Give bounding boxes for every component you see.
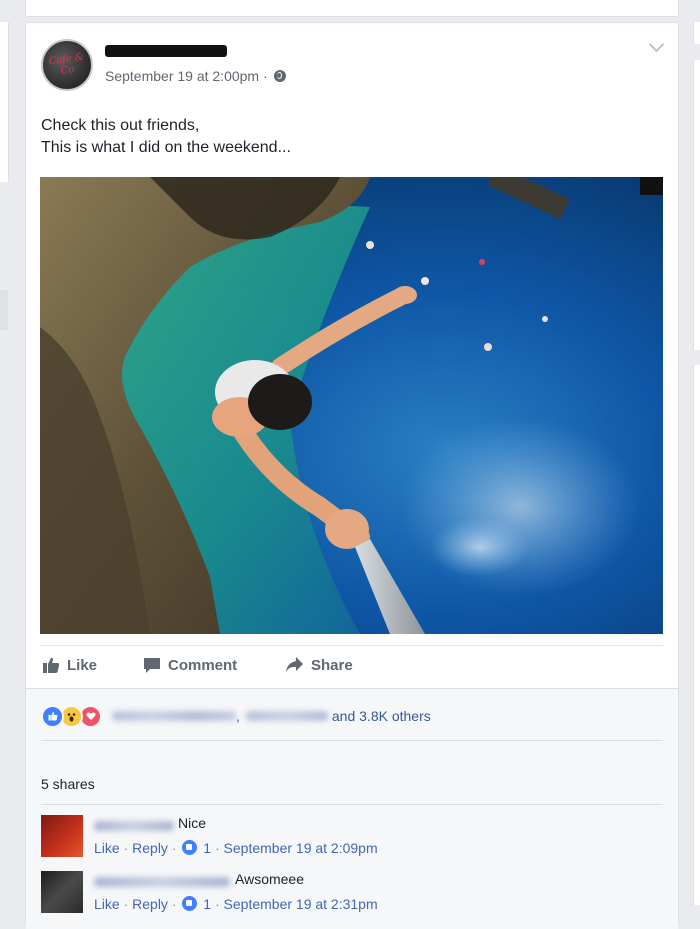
reactor-names-blurred[interactable] bbox=[245, 711, 328, 721]
comment-reply-link[interactable]: Reply bbox=[132, 840, 168, 856]
comment-timestamp[interactable]: September 19 at 2:09pm bbox=[224, 840, 378, 856]
comment-meta: Like · Reply · 1 · September 19 at 2:31p… bbox=[94, 896, 378, 912]
timestamp-separator: · bbox=[263, 68, 268, 84]
comment-like-icon[interactable] bbox=[182, 840, 198, 855]
post-photo[interactable] bbox=[40, 177, 663, 634]
author-name-redacted[interactable] bbox=[105, 45, 227, 57]
globe-icon bbox=[273, 70, 286, 82]
commenter-name-blurred[interactable] bbox=[94, 821, 174, 831]
meta-separator: · bbox=[171, 840, 177, 856]
meta-separator: · bbox=[171, 896, 177, 912]
comment-label: Comment bbox=[168, 656, 238, 674]
cliff-jump-photo bbox=[40, 177, 663, 634]
comment-like-link[interactable]: Like bbox=[94, 896, 120, 912]
post-footer: , and 3.8K others 5 shares Nice Like · R… bbox=[26, 688, 678, 929]
like-button[interactable]: Like bbox=[42, 656, 97, 674]
thumbs-up-icon bbox=[43, 657, 60, 673]
comment-text: Nice bbox=[178, 815, 207, 831]
post-actions: Like Comment Share bbox=[40, 646, 663, 686]
left-column-edge bbox=[0, 22, 9, 182]
left-column-edge-gray bbox=[0, 290, 8, 330]
page-avatar[interactable]: Cafe & Co bbox=[41, 39, 93, 91]
meta-separator: · bbox=[214, 840, 220, 856]
like-label: Like bbox=[67, 656, 98, 674]
post-message-line: Check this out friends, bbox=[41, 117, 200, 134]
comment-like-count[interactable]: 1 bbox=[203, 896, 211, 912]
share-label: Share bbox=[311, 656, 353, 674]
post-card: Cafe & Co September 19 at 2:00pm · Check… bbox=[25, 22, 679, 929]
post-timestamp-text[interactable]: September 19 at 2:00pm bbox=[105, 68, 259, 84]
share-arrow-icon bbox=[286, 657, 303, 672]
footer-divider bbox=[41, 740, 663, 741]
comment-like-count[interactable]: 1 bbox=[203, 840, 211, 856]
comment-reply-link[interactable]: Reply bbox=[132, 896, 168, 912]
meta-separator: · bbox=[214, 896, 220, 912]
previous-post-card bbox=[25, 0, 679, 17]
reactor-names-blurred[interactable] bbox=[112, 711, 236, 721]
avatar-logo-text: Cafe & Co bbox=[47, 51, 85, 77]
commenter-avatar[interactable] bbox=[41, 871, 83, 913]
share-button[interactable]: Share bbox=[285, 656, 353, 674]
like-reaction-icon bbox=[41, 704, 64, 728]
reactions-count-text[interactable]: and 3.8K others bbox=[332, 708, 431, 724]
footer-divider bbox=[41, 804, 663, 805]
reactors-comma: , bbox=[236, 708, 240, 724]
comment-like-link[interactable]: Like bbox=[94, 840, 120, 856]
right-column-edge bbox=[693, 365, 700, 905]
commenter-name-blurred[interactable] bbox=[94, 877, 230, 887]
meta-separator: · bbox=[123, 840, 129, 856]
meta-separator: · bbox=[123, 896, 129, 912]
post-timestamp[interactable]: September 19 at 2:00pm · bbox=[105, 68, 286, 84]
post-message: Check this out friends, This is what I d… bbox=[41, 115, 291, 159]
reactions-summary[interactable]: , and 3.8K others bbox=[41, 704, 431, 728]
comment-bubble-icon bbox=[144, 658, 160, 673]
comment-text: Awsomeee bbox=[235, 871, 305, 887]
comment-button[interactable]: Comment bbox=[143, 656, 237, 674]
chevron-down-icon[interactable] bbox=[648, 36, 665, 53]
shares-count[interactable]: 5 shares bbox=[41, 776, 95, 792]
commenter-avatar[interactable] bbox=[41, 815, 83, 857]
right-column-edge bbox=[693, 22, 700, 44]
post-message-line: This is what I did on the weekend... bbox=[41, 139, 291, 156]
right-column-edge bbox=[693, 60, 700, 350]
comment-timestamp[interactable]: September 19 at 2:31pm bbox=[224, 896, 378, 912]
comment-meta: Like · Reply · 1 · September 19 at 2:09p… bbox=[94, 840, 378, 856]
